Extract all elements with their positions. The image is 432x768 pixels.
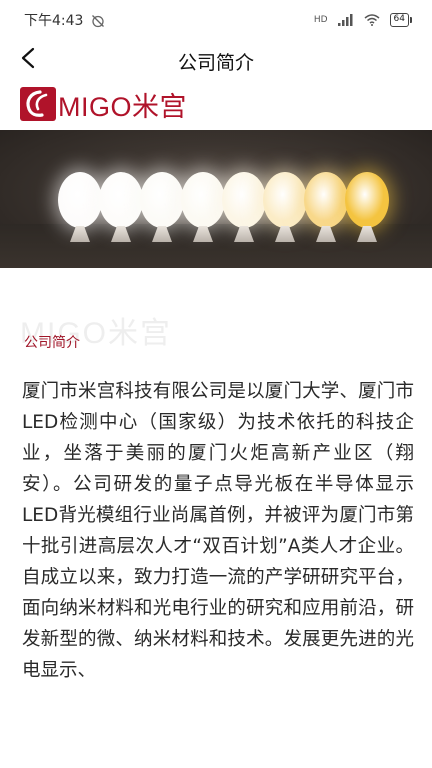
status-time: 下午4:43 [24,13,84,29]
status-bar: 下午4:43 HD 64 [0,0,432,40]
page-title: 公司简介 [177,52,254,74]
lamp-8 [345,172,389,242]
nav-bar: 公司简介 [0,40,432,80]
lamp-5 [222,172,266,242]
alarm-off-icon [91,13,105,28]
hero-image [0,130,432,268]
section-header: MIGO米宫 公司简介 [20,300,420,360]
logo-mark-icon [20,87,56,121]
lamp-2 [99,172,143,242]
lamp-3 [140,172,184,242]
company-logo: MIGO米宫 [20,84,187,124]
logo-text: MIGO米宫 [58,91,187,122]
lamp-1 [58,172,102,242]
signal-icon [337,11,354,30]
wifi-icon [364,11,380,30]
network-label: HD [313,15,328,25]
lamp-6 [263,172,307,242]
battery-level: 64 [389,13,409,27]
company-description: 厦门市米宫科技有限公司是以厦门大学、厦门市LED检测中心（国家级）为技术依托的科… [22,381,414,681]
lamp-7 [304,172,348,242]
section-title: 公司简介 [24,335,80,351]
battery-icon: 64 [389,13,412,27]
lamp-4 [181,172,225,242]
